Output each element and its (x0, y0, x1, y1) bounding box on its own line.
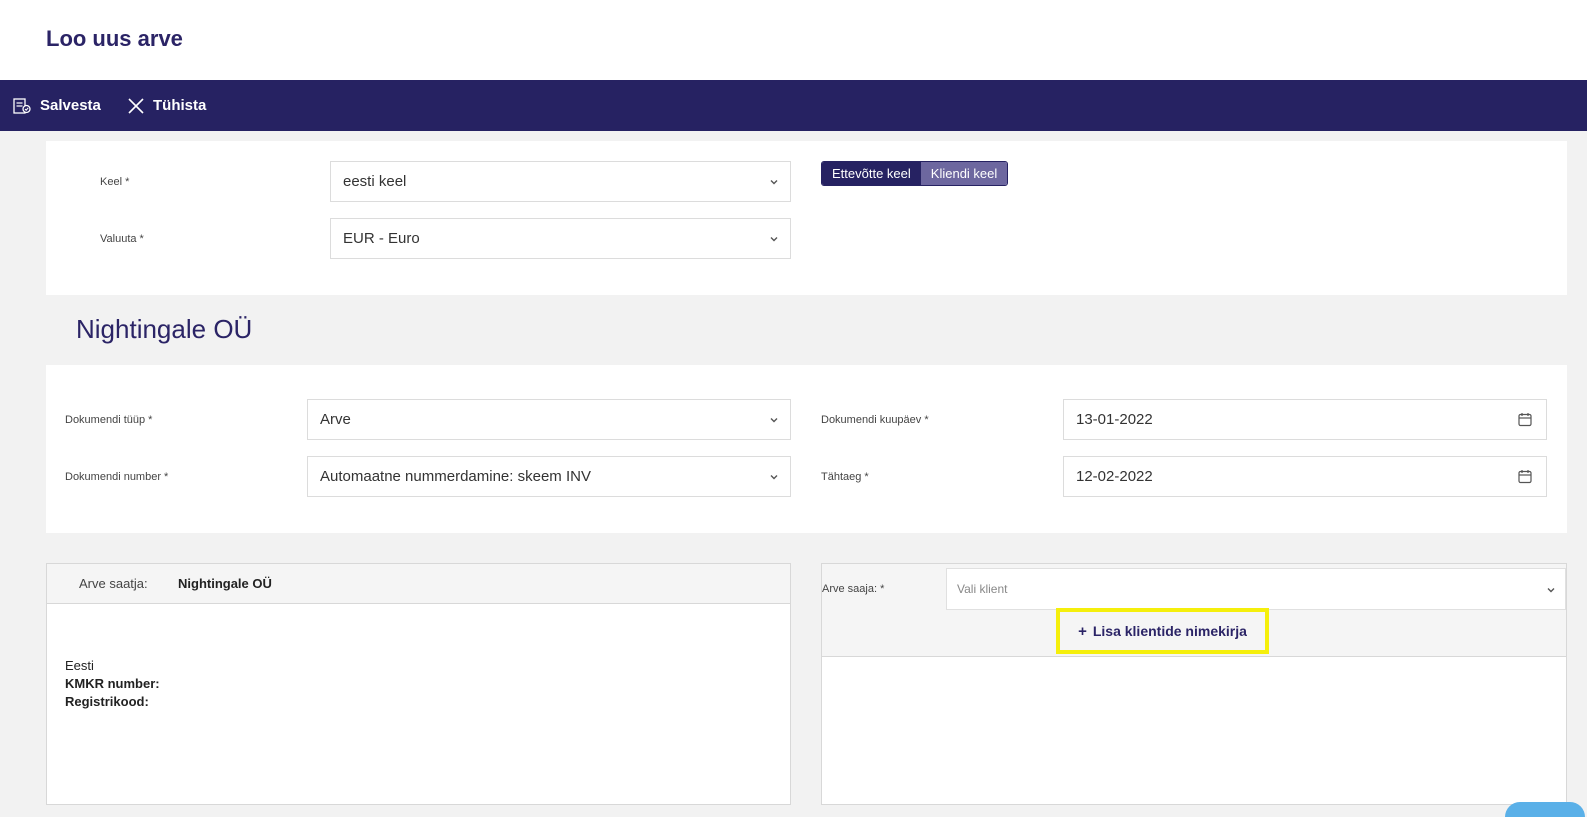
receiver-panel: Arve saaja: * Vali klient + Lisa klienti… (821, 563, 1567, 805)
document-number-value: Automaatne nummerdamine: skeem INV (320, 468, 591, 485)
document-date-value: 13-01-2022 (1076, 411, 1153, 428)
save-icon (13, 97, 31, 114)
document-number-select[interactable]: Automaatne nummerdamine: skeem INV (307, 456, 791, 497)
client-select-placeholder: Vali klient (957, 582, 1008, 596)
sender-name: Nightingale OÜ (178, 576, 272, 591)
language-select-value: eesti keel (343, 173, 407, 190)
title-bar: Loo uus arve (0, 0, 1587, 80)
calendar-icon[interactable] (1518, 469, 1532, 484)
due-date-value: 12-02-2022 (1076, 468, 1153, 485)
chevron-down-icon (770, 237, 778, 242)
chat-widget-button[interactable] (1505, 802, 1585, 817)
language-toggle: Ettevõtte keel Kliendi keel (821, 161, 1009, 186)
due-date-label: Tähtaeg * (821, 471, 869, 483)
document-type-select[interactable]: Arve (307, 399, 791, 440)
cancel-button-label: Tühista (153, 97, 207, 114)
company-language-button[interactable]: Ettevõtte keel (822, 162, 921, 185)
receiver-header: Arve saaja: * Vali klient + Lisa klienti… (822, 564, 1566, 657)
currency-select-value: EUR - Euro (343, 230, 420, 247)
save-button[interactable]: Salvesta (12, 80, 101, 131)
sender-country: Eesti (65, 658, 94, 673)
chevron-down-icon (770, 180, 778, 185)
currency-select[interactable]: EUR - Euro (330, 218, 791, 259)
sender-label: Arve saatja: (79, 576, 148, 591)
cancel-button[interactable]: Tühista (127, 80, 206, 131)
currency-label: Valuuta * (100, 233, 144, 245)
language-select[interactable]: eesti keel (330, 161, 791, 202)
chevron-down-icon (770, 475, 778, 480)
sender-info: Eesti KMKR number: Registrikood: (65, 657, 160, 711)
plus-icon: + (1078, 622, 1087, 640)
document-date-input[interactable]: 13-01-2022 (1063, 399, 1547, 440)
sender-header: Arve saatja: Nightingale OÜ (47, 564, 790, 604)
toolbar: Salvesta Tühista (0, 80, 1587, 131)
document-date-label: Dokumendi kuupäev * (821, 414, 929, 426)
document-type-value: Arve (320, 411, 351, 428)
language-label: Keel * (100, 176, 130, 188)
sender-panel: Arve saatja: Nightingale OÜ Eesti KMKR n… (46, 563, 791, 805)
client-language-button[interactable]: Kliendi keel (920, 162, 1008, 185)
document-number-label: Dokumendi number * (65, 471, 169, 483)
add-client-label: Lisa klientide nimekirja (1092, 623, 1247, 639)
calendar-icon[interactable] (1518, 412, 1532, 427)
client-select[interactable]: Vali klient (946, 568, 1566, 610)
settings-card (46, 141, 1567, 295)
chevron-down-icon (1547, 588, 1555, 593)
sender-vat-label: KMKR number: (65, 676, 160, 691)
add-client-button[interactable]: + Lisa klientide nimekirja (1056, 608, 1269, 654)
company-heading: Nightingale OÜ (76, 314, 253, 344)
receiver-label: Arve saaja: * (822, 583, 885, 595)
close-icon (128, 97, 144, 114)
sender-reg-label: Registrikood: (65, 694, 149, 709)
document-type-label: Dokumendi tüüp * (65, 414, 153, 426)
save-button-label: Salvesta (40, 97, 101, 114)
chevron-down-icon (770, 418, 778, 423)
document-card (46, 365, 1567, 533)
page-title: Loo uus arve (46, 26, 183, 51)
due-date-input[interactable]: 12-02-2022 (1063, 456, 1547, 497)
